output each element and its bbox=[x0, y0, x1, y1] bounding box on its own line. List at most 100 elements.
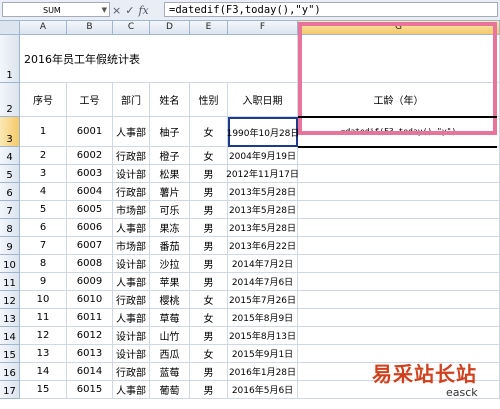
column-header-f[interactable]: F bbox=[228, 21, 298, 35]
row-header-3[interactable]: 3 bbox=[0, 117, 20, 147]
cell-emp-no[interactable]: 6001 bbox=[67, 117, 113, 147]
cell-emp-no[interactable]: 6006 bbox=[67, 219, 113, 237]
cell-hire-date[interactable]: 2015年8月9日 bbox=[228, 309, 298, 327]
cell-hire-date[interactable]: 2013年5月28日 bbox=[228, 219, 298, 237]
cell-emp-no[interactable]: 6011 bbox=[67, 309, 113, 327]
row-header-11[interactable]: 11 bbox=[0, 273, 20, 291]
cell-name[interactable]: 葡萄 bbox=[150, 381, 190, 399]
sheet-title[interactable]: 2016年员工年假统计表 bbox=[20, 35, 298, 83]
cell-name[interactable]: 番茄 bbox=[150, 237, 190, 255]
cell-seq[interactable]: 2 bbox=[20, 147, 67, 165]
cell-emp-no[interactable]: 6002 bbox=[67, 147, 113, 165]
cell-gender[interactable]: 男 bbox=[190, 381, 228, 399]
cell-g1[interactable] bbox=[298, 35, 500, 83]
cell-emp-no[interactable]: 6008 bbox=[67, 255, 113, 273]
cell-dept[interactable]: 人事部 bbox=[113, 273, 150, 291]
cell-emp-no[interactable]: 6012 bbox=[67, 327, 113, 345]
cell-dept[interactable]: 人事部 bbox=[113, 309, 150, 327]
cell-emp-no[interactable]: 6007 bbox=[67, 237, 113, 255]
cell-hire-date[interactable]: 2015年7月26日 bbox=[228, 291, 298, 309]
header-emp-no[interactable]: 工号 bbox=[67, 83, 113, 117]
header-dept[interactable]: 部门 bbox=[113, 83, 150, 117]
column-header-a[interactable]: A bbox=[20, 21, 67, 35]
cell-dept[interactable]: 行政部 bbox=[113, 291, 150, 309]
header-gender[interactable]: 性别 bbox=[190, 83, 228, 117]
row-header-6[interactable]: 6 bbox=[0, 183, 20, 201]
cell-seq[interactable]: 9 bbox=[20, 273, 67, 291]
cell-emp-no[interactable]: 6014 bbox=[67, 363, 113, 381]
cell-seq[interactable]: 13 bbox=[20, 345, 67, 363]
cell-gender[interactable]: 男 bbox=[190, 363, 228, 381]
cell-dept[interactable]: 设计部 bbox=[113, 327, 150, 345]
cell-name[interactable]: 沙拉 bbox=[150, 255, 190, 273]
cell-seniority[interactable] bbox=[298, 291, 500, 309]
cell-seniority[interactable] bbox=[298, 255, 500, 273]
seniority-formula-cell[interactable]: =datedif(F3,today(),"y") bbox=[298, 117, 500, 147]
cell-dept[interactable]: 人事部 bbox=[113, 381, 150, 399]
row-header-10[interactable]: 10 bbox=[0, 255, 20, 273]
cell-dept[interactable]: 行政部 bbox=[113, 147, 150, 165]
cell-hire-date[interactable]: 1990年10月28日 bbox=[227, 117, 299, 147]
cell-seq[interactable]: 8 bbox=[20, 255, 67, 273]
cell-emp-no[interactable]: 6015 bbox=[67, 381, 113, 399]
select-all-corner[interactable] bbox=[0, 21, 20, 35]
cell-seq[interactable]: 6 bbox=[20, 219, 67, 237]
cell-seq[interactable]: 10 bbox=[20, 291, 67, 309]
cell-hire-date[interactable]: 2013年5月28日 bbox=[228, 201, 298, 219]
cell-seq[interactable]: 7 bbox=[20, 237, 67, 255]
header-name[interactable]: 姓名 bbox=[150, 83, 190, 117]
row-header-5[interactable]: 5 bbox=[0, 165, 20, 183]
cell-emp-no[interactable]: 6010 bbox=[67, 291, 113, 309]
cell-seq[interactable]: 14 bbox=[20, 363, 67, 381]
row-header-12[interactable]: 12 bbox=[0, 291, 20, 309]
cell-hire-date[interactable]: 2014年7月6日 bbox=[228, 273, 298, 291]
cell-dept[interactable]: 人事部 bbox=[113, 117, 150, 147]
check-icon[interactable]: ✓ bbox=[125, 4, 134, 17]
cell-dept[interactable]: 行政部 bbox=[113, 183, 150, 201]
formula-input[interactable]: =datedif(F3,today(),"y") bbox=[164, 2, 498, 17]
cell-seniority[interactable] bbox=[298, 237, 500, 255]
row-header-7[interactable]: 7 bbox=[0, 201, 20, 219]
header-seq[interactable]: 序号 bbox=[20, 83, 67, 117]
column-header-g[interactable]: G bbox=[298, 21, 500, 35]
cell-dept[interactable]: 设计部 bbox=[113, 255, 150, 273]
cell-name[interactable]: 果冻 bbox=[150, 219, 190, 237]
row-header-9[interactable]: 9 bbox=[0, 237, 20, 255]
cell-seq[interactable]: 3 bbox=[20, 165, 67, 183]
cell-emp-no[interactable]: 6004 bbox=[67, 183, 113, 201]
cell-name[interactable]: 苹果 bbox=[150, 273, 190, 291]
cell-seq[interactable]: 12 bbox=[20, 327, 67, 345]
cell-hire-date[interactable]: 2012年11月17日 bbox=[226, 165, 299, 183]
cell-gender[interactable]: 女 bbox=[190, 291, 228, 309]
cell-seniority[interactable] bbox=[298, 183, 500, 201]
cell-hire-date[interactable]: 2015年8月13日 bbox=[228, 327, 298, 345]
cell-emp-no[interactable]: 6013 bbox=[67, 345, 113, 363]
cell-seq[interactable]: 1 bbox=[20, 117, 67, 147]
row-header-14[interactable]: 14 bbox=[0, 327, 20, 345]
cell-hire-date[interactable]: 2015年9月1日 bbox=[228, 345, 298, 363]
cell-name[interactable]: 草莓 bbox=[150, 309, 190, 327]
cell-dept[interactable]: 人事部 bbox=[113, 219, 150, 237]
cell-hire-date[interactable]: 2014年7月2日 bbox=[228, 255, 298, 273]
cell-seniority[interactable] bbox=[298, 273, 500, 291]
cell-hire-date[interactable]: 2016年5月6日 bbox=[228, 381, 298, 399]
cell-hire-date[interactable]: 2013年6月22日 bbox=[228, 237, 298, 255]
cell-name[interactable]: 樱桃 bbox=[150, 291, 190, 309]
cell-name[interactable]: 松果 bbox=[150, 165, 190, 183]
row-header-1[interactable]: 1 bbox=[0, 35, 20, 83]
cell-emp-no[interactable]: 6005 bbox=[67, 201, 113, 219]
cell-seniority[interactable] bbox=[298, 201, 500, 219]
row-header-13[interactable]: 13 bbox=[0, 309, 20, 327]
cell-name[interactable]: 橙子 bbox=[150, 147, 190, 165]
row-header-15[interactable]: 15 bbox=[0, 345, 20, 363]
cell-name[interactable]: 西瓜 bbox=[150, 345, 190, 363]
cell-hire-date[interactable]: 2004年9月19日 bbox=[228, 147, 298, 165]
cell-gender[interactable]: 男 bbox=[190, 183, 228, 201]
cell-seniority[interactable] bbox=[298, 309, 500, 327]
function-icon[interactable]: fx bbox=[138, 4, 148, 17]
name-box[interactable]: SUM ▼ bbox=[2, 2, 110, 17]
cell-hire-date[interactable]: 2013年5月28日 bbox=[228, 183, 298, 201]
cell-dept[interactable]: 设计部 bbox=[113, 165, 150, 183]
header-seniority[interactable]: 工龄（年） bbox=[298, 83, 500, 117]
cell-hire-date[interactable]: 2016年1月28日 bbox=[228, 363, 298, 381]
